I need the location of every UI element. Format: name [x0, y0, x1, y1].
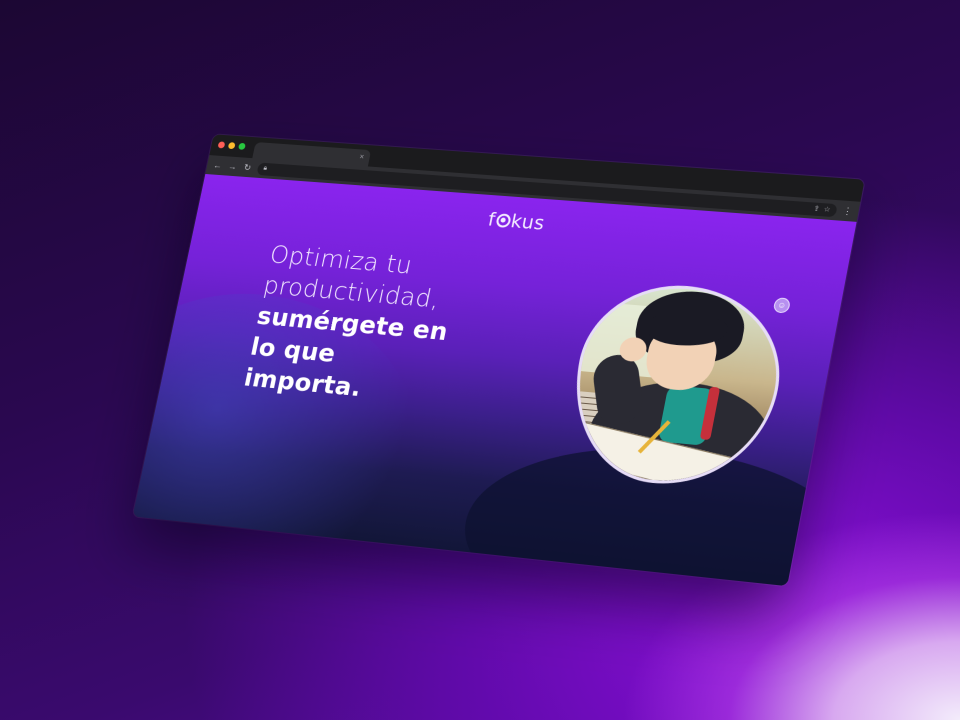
bookmark-star-icon[interactable]: ☆: [823, 205, 831, 213]
browser-window: × ← → ↻ 🔒︎ ⇪ ☆ ⋮ f kus Optimiza tu produ…: [132, 134, 865, 587]
back-icon[interactable]: ←: [212, 160, 223, 170]
hero-heading: Optimiza tu productividad, sumérgete en …: [241, 239, 505, 415]
tab-close-icon[interactable]: ×: [359, 152, 365, 161]
browser-menu-icon[interactable]: ⋮: [842, 205, 853, 217]
lock-icon[interactable]: 🔒︎: [263, 165, 268, 173]
hero-illustration: [557, 278, 797, 494]
reload-icon[interactable]: ↻: [242, 162, 254, 173]
logo-text-suffix: kus: [508, 210, 547, 235]
share-icon[interactable]: ⇪: [813, 205, 821, 213]
web-page: f kus Optimiza tu productividad, sumérget…: [132, 173, 857, 587]
window-controls: [217, 141, 246, 150]
desktop-backdrop: × ← → ↻ 🔒︎ ⇪ ☆ ⋮ f kus Optimiza tu produ…: [0, 0, 960, 720]
maximize-window-button[interactable]: [237, 142, 246, 150]
close-window-button[interactable]: [217, 141, 226, 149]
minimize-window-button[interactable]: [227, 142, 236, 150]
forward-icon[interactable]: →: [227, 161, 238, 171]
accessibility-icon[interactable]: ☺: [772, 297, 792, 314]
